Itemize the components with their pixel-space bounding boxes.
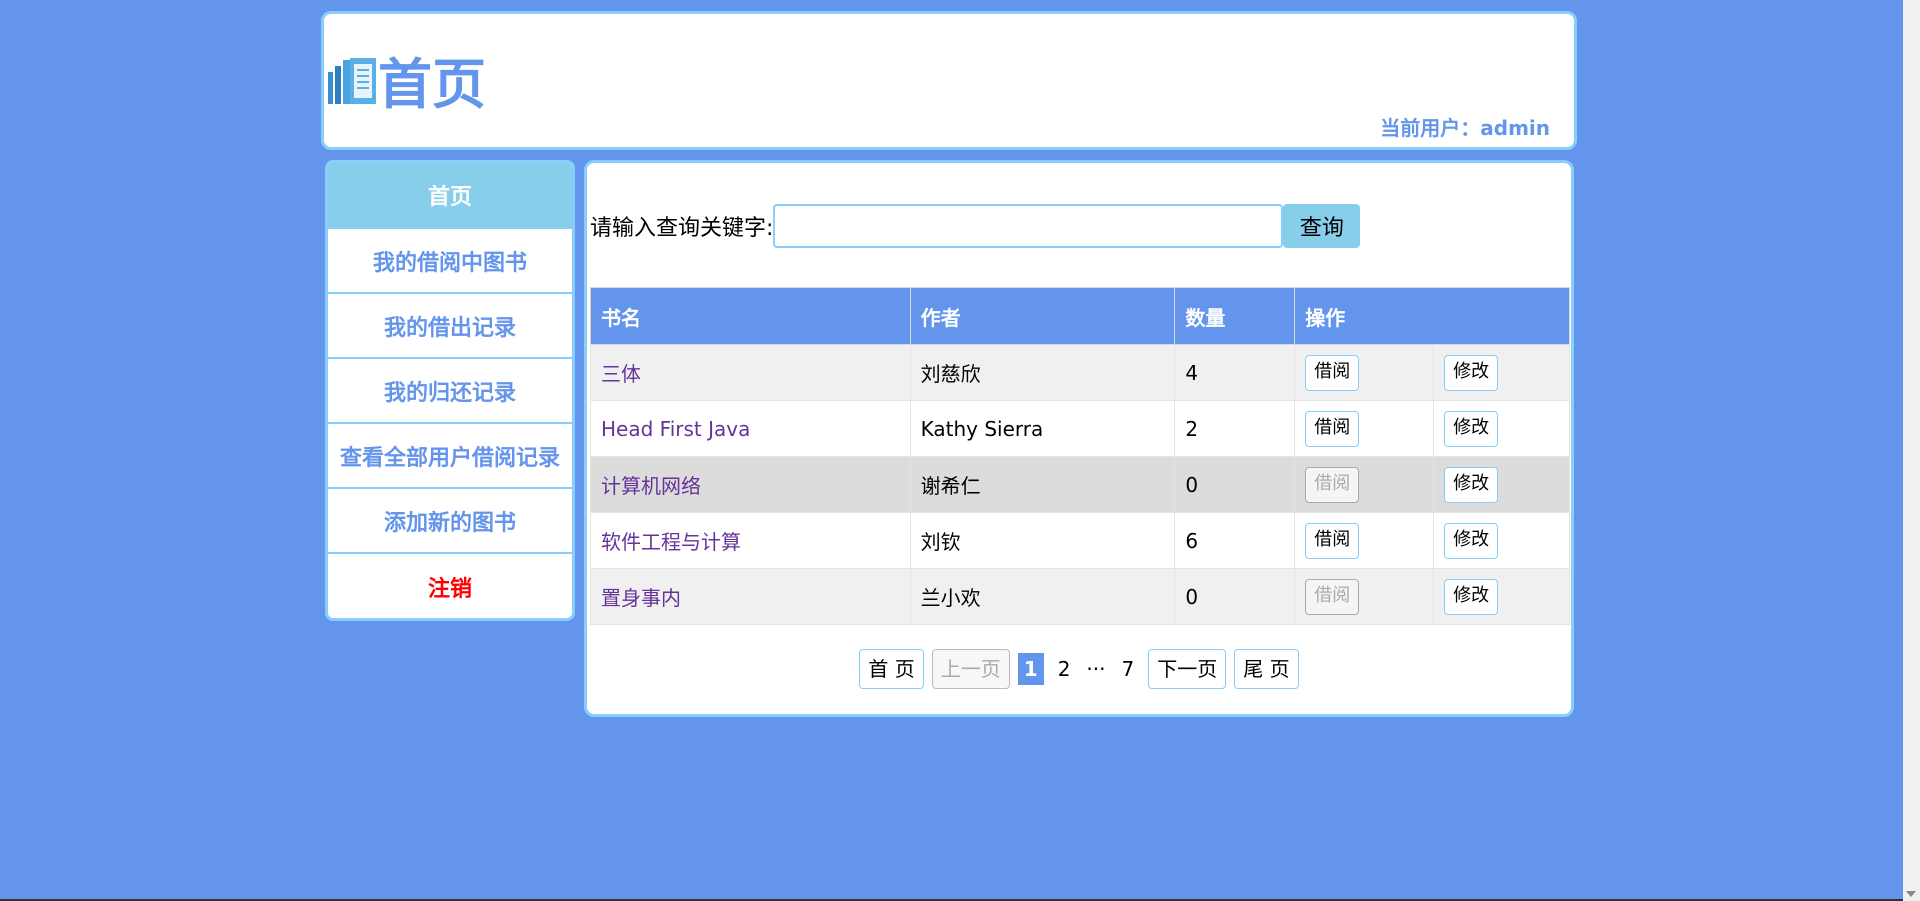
header: 首页 当前用户：admin <box>321 11 1577 150</box>
borrow-button-disabled: 借阅 <box>1305 578 1360 615</box>
books-logo-icon <box>328 58 376 104</box>
book-author: 谢希仁 <box>909 456 1176 513</box>
edit-button[interactable]: 修改 <box>1444 410 1499 447</box>
book-title-link[interactable]: 计算机网络 <box>601 474 701 498</box>
sidebar-item-all-user-records[interactable]: 查看全部用户借阅记录 <box>328 424 572 489</box>
book-author: 兰小欢 <box>909 568 1176 625</box>
book-count: 2 <box>1174 400 1296 457</box>
column-header-author: 作者 <box>909 287 1176 345</box>
search-button[interactable]: 查询 <box>1283 204 1361 248</box>
page-number-current: 1 <box>1017 653 1044 685</box>
pagination: 首 页 上一页 1 2 ··· 7 下一页 尾 页 <box>587 649 1571 689</box>
column-header-actions: 操作 <box>1294 287 1570 345</box>
table-row: 置身事内 兰小欢 0 借阅 修改 <box>590 568 1570 625</box>
book-title-link[interactable]: 置身事内 <box>601 586 681 610</box>
edit-button[interactable]: 修改 <box>1444 578 1499 615</box>
current-user: 当前用户：admin <box>1380 112 1550 141</box>
book-count: 0 <box>1174 568 1296 625</box>
edit-button[interactable]: 修改 <box>1444 466 1499 503</box>
sidebar-item-my-return-records[interactable]: 我的归还记录 <box>328 359 572 424</box>
sidebar-item-home[interactable]: 首页 <box>328 163 572 229</box>
edit-button[interactable]: 修改 <box>1444 354 1499 391</box>
page-title: 首页 <box>378 53 486 116</box>
page-number[interactable]: 2 <box>1052 657 1077 681</box>
prev-page-button: 上一页 <box>931 649 1010 689</box>
book-title-link[interactable]: Head First Java <box>601 417 750 441</box>
table-row: 三体 刘慈欣 4 借阅 修改 <box>590 344 1570 401</box>
search-bar: 请输入查询关键字: 查询 <box>590 203 1361 249</box>
table-row: Head First Java Kathy Sierra 2 借阅 修改 <box>590 400 1570 457</box>
vertical-scrollbar[interactable] <box>1903 0 1920 901</box>
current-user-label: 当前用户： <box>1380 116 1481 140</box>
table-row: 软件工程与计算 刘钦 6 借阅 修改 <box>590 512 1570 569</box>
sidebar: 首页 我的借阅中图书 我的借出记录 我的归还记录 查看全部用户借阅记录 添加新的… <box>325 160 575 621</box>
book-count: 0 <box>1174 456 1296 513</box>
next-page-button[interactable]: 下一页 <box>1148 649 1227 689</box>
book-title-link[interactable]: 软件工程与计算 <box>601 530 741 554</box>
book-author: 刘慈欣 <box>909 344 1176 401</box>
sidebar-item-add-book[interactable]: 添加新的图书 <box>328 489 572 554</box>
column-header-title: 书名 <box>590 287 911 345</box>
main-panel: 请输入查询关键字: 查询 书名 作者 数量 操作 三体 刘慈欣 4 借阅 修改 <box>584 160 1574 717</box>
search-input[interactable] <box>773 204 1284 248</box>
page-number-last[interactable]: 7 <box>1116 657 1141 681</box>
current-user-name: admin <box>1480 116 1550 140</box>
last-page-button[interactable]: 尾 页 <box>1234 649 1299 689</box>
borrow-button[interactable]: 借阅 <box>1305 522 1360 559</box>
column-header-count: 数量 <box>1174 287 1296 345</box>
table-row: 计算机网络 谢希仁 0 借阅 修改 <box>590 456 1570 513</box>
first-page-button[interactable]: 首 页 <box>859 649 924 689</box>
book-author: 刘钦 <box>909 512 1176 569</box>
book-title-link[interactable]: 三体 <box>601 362 641 386</box>
scroll-down-arrow-icon[interactable] <box>1906 891 1916 897</box>
edit-button[interactable]: 修改 <box>1444 522 1499 559</box>
sidebar-item-logout[interactable]: 注销 <box>328 554 572 618</box>
page-ellipsis: ··· <box>1086 657 1106 681</box>
borrow-button[interactable]: 借阅 <box>1305 354 1360 391</box>
book-author: Kathy Sierra <box>909 400 1176 457</box>
sidebar-item-my-borrowing[interactable]: 我的借阅中图书 <box>328 229 572 294</box>
sidebar-item-my-lending-records[interactable]: 我的借出记录 <box>328 294 572 359</box>
search-label: 请输入查询关键字: <box>590 216 774 241</box>
borrow-button[interactable]: 借阅 <box>1305 410 1360 447</box>
books-table: 书名 作者 数量 操作 三体 刘慈欣 4 借阅 修改 Head First Ja… <box>590 287 1570 625</box>
table-header-row: 书名 作者 数量 操作 <box>590 287 1570 345</box>
borrow-button-disabled: 借阅 <box>1305 466 1360 503</box>
book-count: 4 <box>1174 344 1296 401</box>
book-count: 6 <box>1174 512 1296 569</box>
